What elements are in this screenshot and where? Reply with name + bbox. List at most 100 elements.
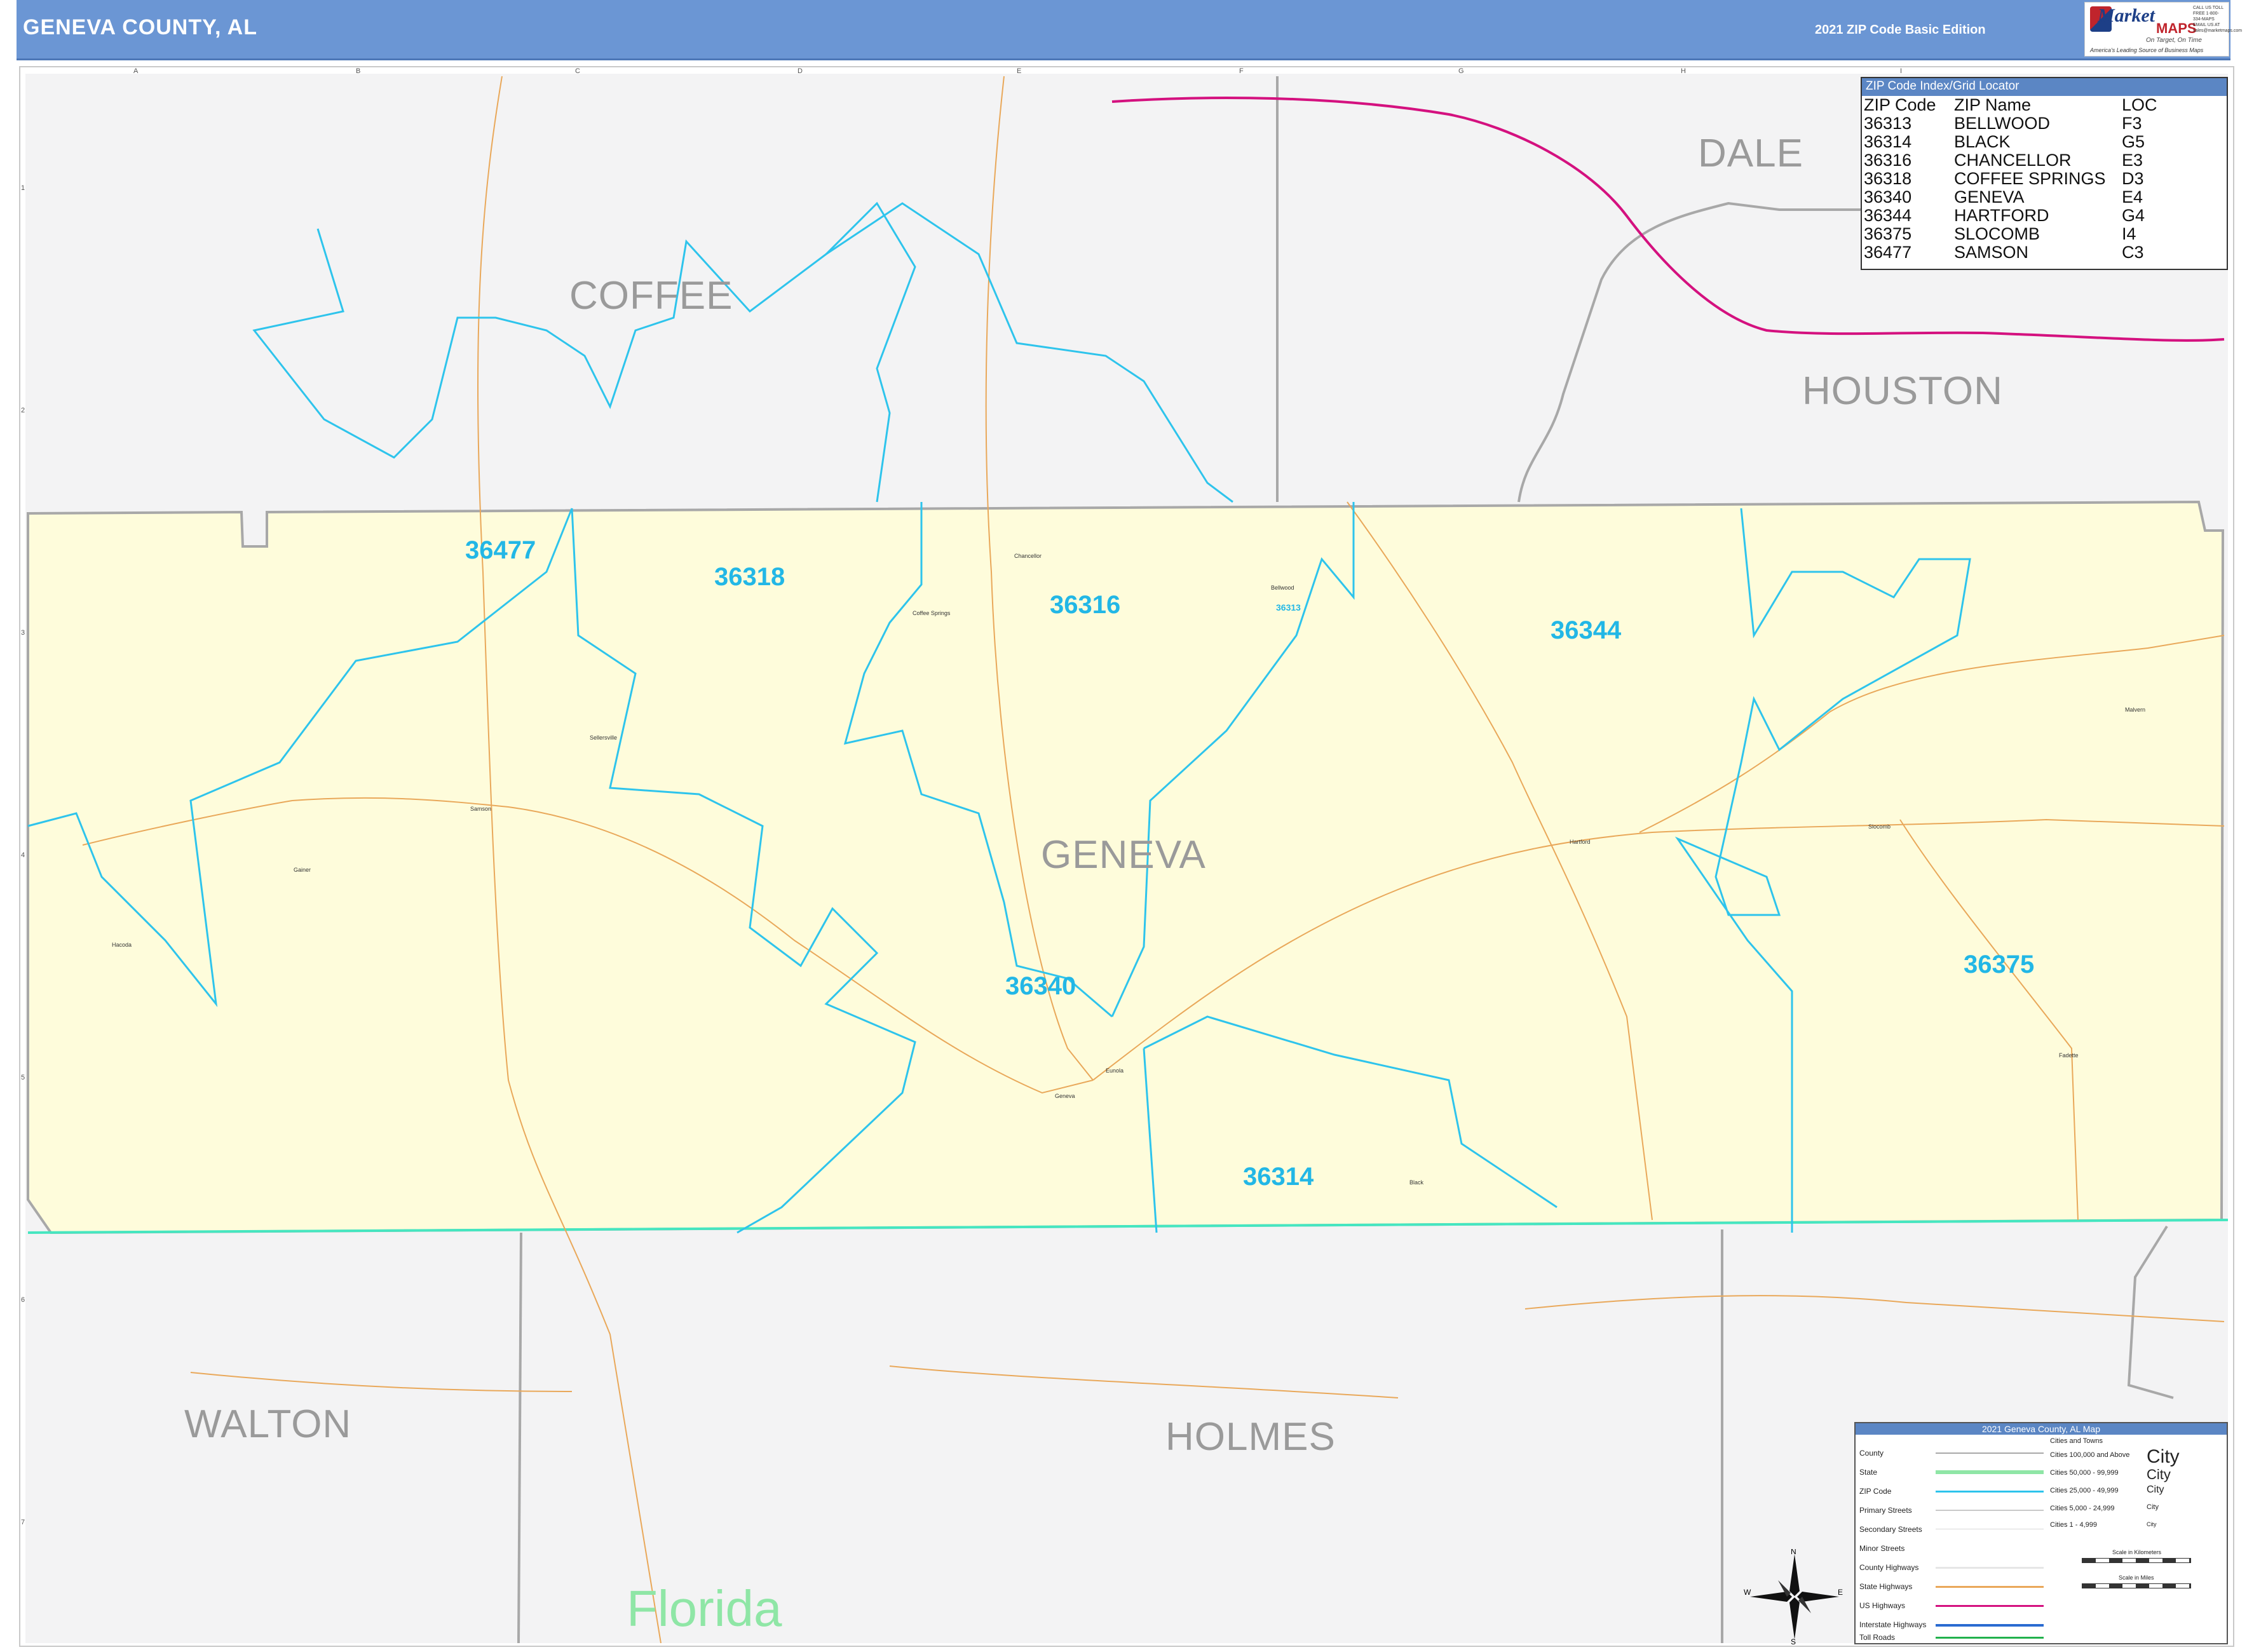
zip-code-cell: 36375: [1864, 224, 1912, 243]
town-label-black: Black: [1409, 1179, 1424, 1186]
zip-name-cell: COFFEE SPRINGS: [1954, 169, 2106, 188]
compass-east: E: [1838, 1588, 1843, 1597]
zip-loc-cell: C3: [2122, 243, 2144, 262]
legend-sample-state-hwy: [1936, 1586, 2044, 1588]
grid-column-label: F: [1239, 67, 1244, 75]
table-row[interactable]: 36344 HARTFORD G4: [1864, 207, 2173, 225]
legend-sample-zip: [1936, 1491, 2044, 1493]
zip-name-cell: BLACK: [1954, 132, 2011, 151]
compass-west: W: [1744, 1588, 1751, 1597]
compass-north: N: [1791, 1549, 1796, 1556]
zip-label-36344[interactable]: 36344: [1551, 616, 1621, 645]
column-header: LOC: [2122, 95, 2157, 114]
compass-south: S: [1791, 1637, 1796, 1644]
zip-loc-cell: G5: [2122, 132, 2145, 151]
legend-item-minor: Minor Streets: [1859, 1544, 1905, 1553]
zip-loc-cell: F3: [2122, 114, 2142, 133]
zip-label-36314[interactable]: 36314: [1243, 1163, 1314, 1191]
legend-item-state: State: [1859, 1468, 1878, 1477]
state-label-florida: Florida: [627, 1580, 782, 1637]
legend-item-zip: ZIP Code: [1859, 1487, 1892, 1496]
legend-item-county: County: [1859, 1449, 1884, 1458]
table-row[interactable]: 36313 BELLWOOD F3: [1864, 114, 2173, 133]
legend-item-primary: Primary Streets: [1859, 1506, 1912, 1515]
town-label-hartford: Hartford: [1570, 839, 1591, 845]
zip-name-cell: BELLWOOD: [1954, 114, 2051, 133]
legend-sample-us-hwy: [1936, 1605, 2044, 1607]
table-header-row: ZIP Code ZIP Name LOC: [1864, 96, 2173, 114]
legend-sample-primary: [1936, 1510, 2044, 1511]
town-label-sellersville: Sellersville: [590, 735, 618, 741]
zip-label-36340[interactable]: 36340: [1005, 972, 1076, 1001]
zip-code-cell: 36313: [1864, 114, 1912, 133]
zip-index-title: ZIP Code Index/Grid Locator: [1862, 78, 2227, 96]
column-header: ZIP Code: [1864, 95, 1936, 114]
county-label-holmes: HOLMES: [1165, 1415, 1336, 1459]
compass-rose-icon: N S E W: [1744, 1549, 1843, 1644]
legend-item-state-hwy: State Highways: [1859, 1582, 1913, 1591]
legend-city-sample: City: [2147, 1484, 2164, 1495]
legend-city-sample: City: [2147, 1503, 2159, 1511]
legend-city-class: Cities 1 - 4,999: [2050, 1521, 2097, 1529]
zip-code-cell: 36477: [1864, 243, 1912, 262]
county-label-dale: DALE: [1698, 132, 1803, 175]
legend-sample-toll: [1936, 1637, 2044, 1639]
zip-code-cell: 36344: [1864, 206, 1912, 225]
town-label-coffee-springs: Coffee Springs: [913, 610, 951, 616]
zip-index-table: ZIP Code ZIP Name LOC 36313 BELLWOOD F3 …: [1864, 96, 2173, 262]
zip-code-cell: 36340: [1864, 187, 1912, 207]
table-row[interactable]: 36375 SLOCOMB I4: [1864, 225, 2173, 243]
table-row[interactable]: 36340 GENEVA E4: [1864, 188, 2173, 207]
town-label-fadette: Fadette: [2059, 1052, 2079, 1059]
grid-column-label: B: [356, 67, 361, 75]
legend-item-toll: Toll Roads: [1859, 1633, 1896, 1642]
zip-name-cell: SLOCOMB: [1954, 224, 2040, 243]
legend-sample-county-hwy: [1936, 1567, 2044, 1569]
table-row[interactable]: 36477 SAMSON C3: [1864, 243, 2173, 262]
zip-label-36313[interactable]: 36313: [1276, 602, 1301, 613]
town-label-malvern: Malvern: [2125, 707, 2146, 713]
grid-row-label: 2: [21, 407, 25, 414]
legend-sample-state: [1936, 1470, 2044, 1474]
grid-column-label: H: [1681, 67, 1686, 75]
table-row[interactable]: 36316 CHANCELLOR E3: [1864, 151, 2173, 170]
grid-row-label: 7: [21, 1519, 25, 1526]
grid-column-label: I: [1900, 67, 1903, 75]
legend-item-county-hwy: County Highways: [1859, 1563, 1919, 1572]
column-header: ZIP Name: [1954, 95, 2032, 114]
zip-label-36318[interactable]: 36318: [714, 563, 785, 592]
zip-loc-cell: E4: [2122, 187, 2143, 207]
legend-city-class: Cities 5,000 - 24,999: [2050, 1505, 2115, 1512]
legend-city-sample: City: [2147, 1521, 2157, 1527]
town-label-geneva: Geneva: [1055, 1093, 1075, 1099]
table-row[interactable]: 36318 COFFEE SPRINGS D3: [1864, 170, 2173, 188]
zip-name-cell: SAMSON: [1954, 243, 2029, 262]
legend-city-sample: City: [2147, 1466, 2171, 1482]
map-legend: 2021 Geneva County, AL Map County State …: [1854, 1422, 2228, 1644]
zip-loc-cell: E3: [2122, 151, 2143, 170]
grid-column-label: C: [575, 67, 580, 75]
grid-column-label: D: [798, 67, 803, 75]
county-label-houston: HOUSTON: [1802, 369, 2003, 413]
grid-column-label: G: [1458, 67, 1464, 75]
town-label-gainer: Gainer: [294, 867, 311, 873]
town-label-slocomb: Slocomb: [1868, 823, 1891, 830]
county-label-geneva: GENEVA: [1041, 833, 1206, 877]
legend-cities-header: Cities and Towns: [2050, 1437, 2103, 1445]
town-label-bellwood: Bellwood: [1271, 585, 1294, 591]
grid-row-label: 6: [21, 1296, 25, 1304]
legend-city-class: Cities 100,000 and Above: [2050, 1451, 2130, 1459]
scale-km-label: Scale in Kilometers: [2112, 1549, 2162, 1555]
zip-loc-cell: G4: [2122, 206, 2145, 225]
legend-city-class: Cities 25,000 - 49,999: [2050, 1487, 2119, 1494]
scale-km-bar: [2082, 1558, 2191, 1563]
legend-sample-county: [1936, 1452, 2044, 1454]
zip-name-cell: GENEVA: [1954, 187, 2025, 207]
legend-city-class: Cities 50,000 - 99,999: [2050, 1469, 2119, 1477]
zip-label-36375[interactable]: 36375: [1964, 951, 2034, 979]
zip-loc-cell: D3: [2122, 169, 2144, 188]
table-row[interactable]: 36314 BLACK G5: [1864, 133, 2173, 151]
town-label-eunola: Eunola: [1106, 1067, 1124, 1074]
zip-label-36477[interactable]: 36477: [465, 536, 536, 565]
zip-label-36316[interactable]: 36316: [1050, 591, 1120, 620]
